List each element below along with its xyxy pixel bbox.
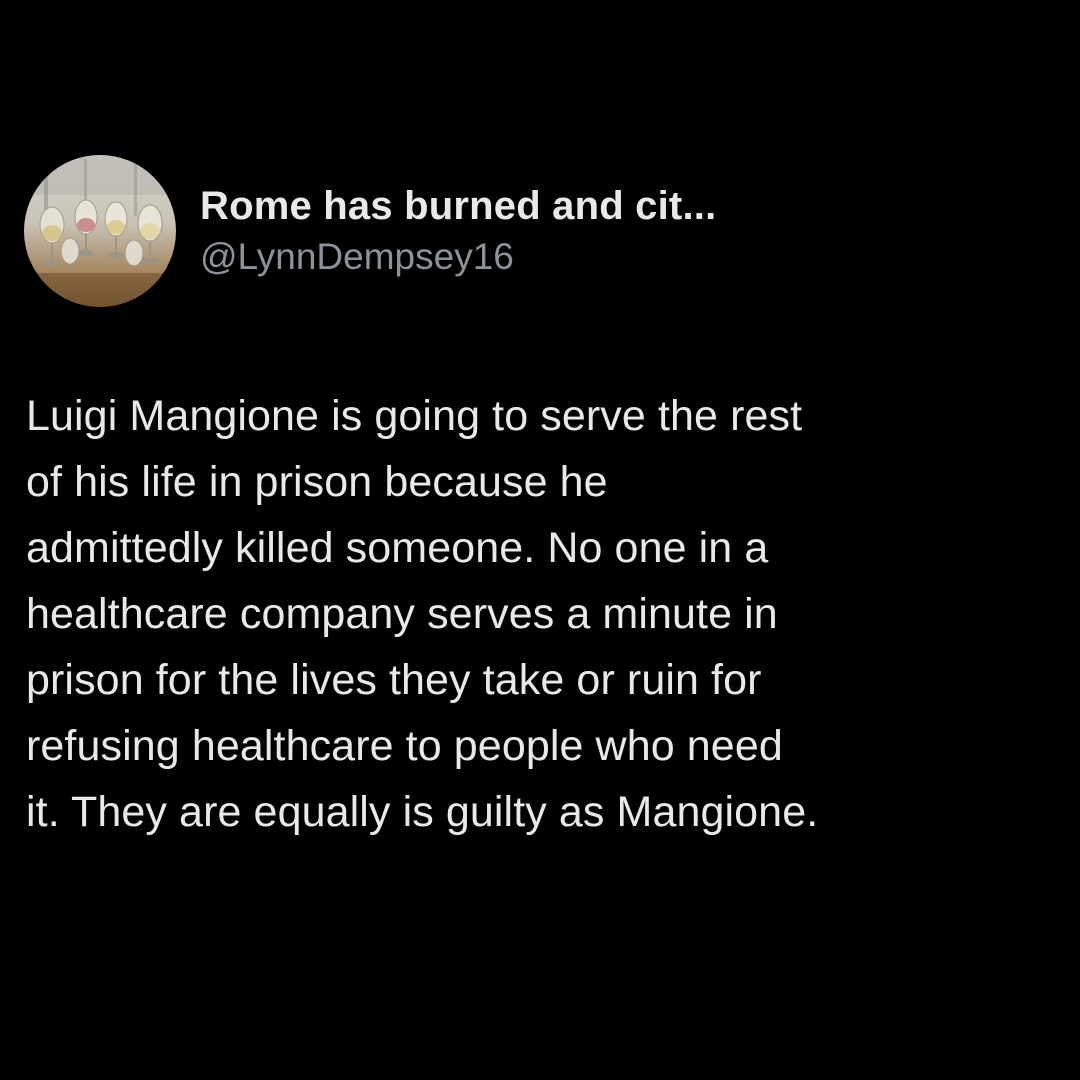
tweet-body: Luigi Mangione is going to serve the res… [26, 383, 1066, 845]
avatar[interactable] [24, 155, 176, 307]
tweet-text-line: Luigi Mangione is going to serve the res… [26, 392, 803, 440]
tweet-text-line: prison for the lives they take or ruin f… [26, 656, 762, 704]
tweet-text-line: it. They are equally is guilty as Mangio… [26, 788, 819, 836]
tweet-text-line: refusing healthcare to people who need [26, 722, 783, 770]
tweet-text-line: admittedly killed someone. No one in a [26, 524, 769, 572]
tweet-text-line: of his life in prison because he [26, 458, 608, 506]
author-display-name[interactable]: Rome has burned and cit... [200, 182, 716, 230]
tweet-screenshot: Rome has burned and cit... @LynnDempsey1… [0, 0, 1080, 1080]
avatar-photo-icon [24, 155, 176, 307]
author-handle[interactable]: @LynnDempsey16 [200, 234, 716, 280]
tweet-header: Rome has burned and cit... @LynnDempsey1… [24, 155, 716, 307]
tweet-text-line: healthcare company serves a minute in [26, 590, 778, 638]
author-names: Rome has burned and cit... @LynnDempsey1… [200, 182, 716, 280]
